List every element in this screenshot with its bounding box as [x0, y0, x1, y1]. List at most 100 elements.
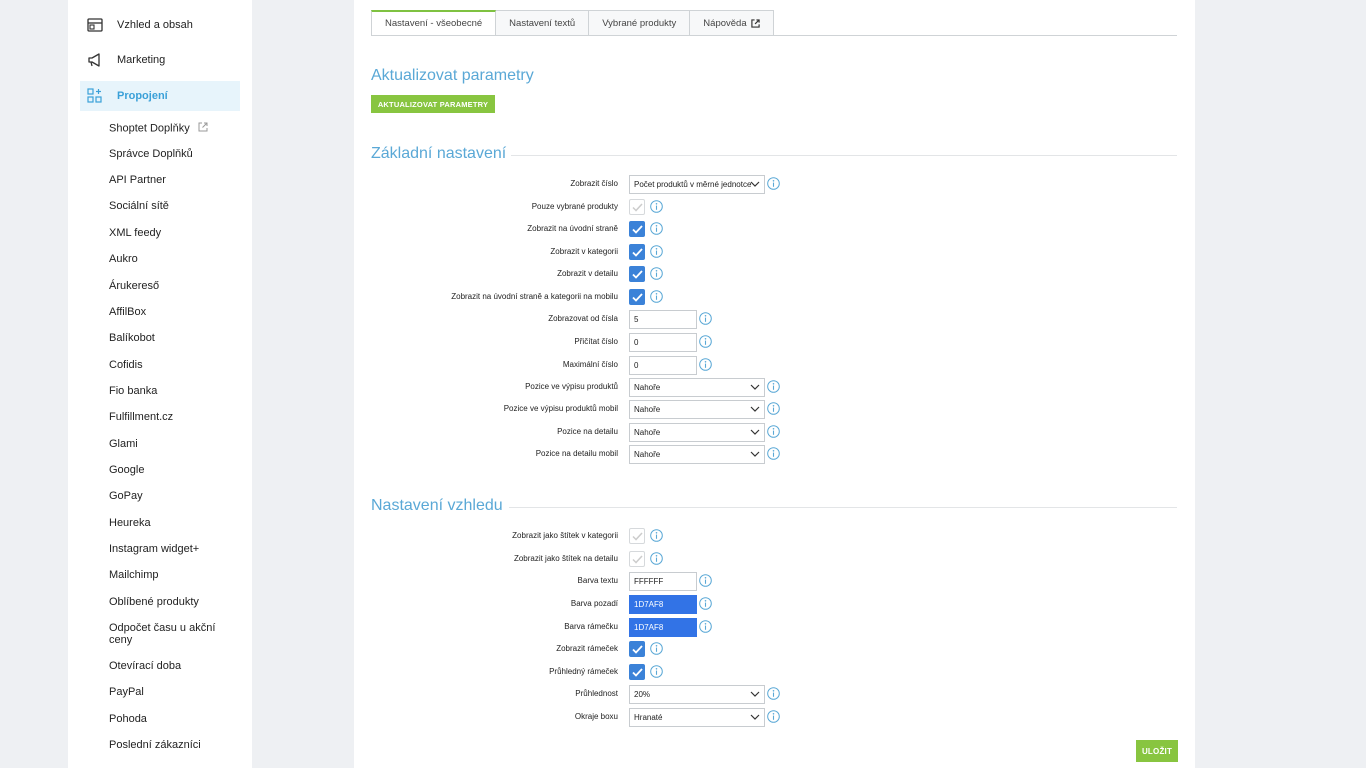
field-label: Pouze vybrané produkty [531, 202, 618, 211]
select-value: Počet produktů v měrné jednotce [634, 180, 752, 189]
sidebar-item-paypal[interactable]: PayPal [109, 686, 244, 698]
pozice-detail-mobil-select[interactable]: Nahoře [629, 445, 765, 464]
external-link-icon [198, 122, 208, 135]
tab-vybrane-produkty[interactable]: Vybrané produkty [589, 10, 691, 36]
form-row: Přičítat číslo 0 [354, 333, 1195, 353]
sidebar-item-posledni-zakaznici[interactable]: Poslední zákazníci [109, 739, 244, 751]
checkmark-icon [631, 531, 643, 541]
info-icon[interactable] [650, 552, 663, 565]
info-icon[interactable] [650, 222, 663, 235]
kategorie-checkbox[interactable] [629, 244, 645, 260]
form-row: Průhlednost 20% [354, 685, 1195, 705]
sidebar-item-oblibene-produkty[interactable]: Oblíbené produkty [109, 596, 244, 608]
info-icon[interactable] [699, 620, 712, 633]
select-value: Hranaté [634, 713, 663, 722]
nav-propojeni[interactable]: Propojení [80, 81, 240, 111]
info-icon[interactable] [650, 245, 663, 258]
info-icon[interactable] [650, 529, 663, 542]
sidebar-item-xml-feedy[interactable]: XML feedy [109, 227, 244, 239]
sidebar-item-heureka[interactable]: Heureka [109, 517, 244, 529]
info-icon[interactable] [767, 402, 780, 415]
info-icon[interactable] [767, 380, 780, 393]
field-label: Barva rámečku [564, 622, 618, 631]
nav-vzhled-a-obsah[interactable]: Vzhled a obsah [80, 10, 240, 40]
info-icon[interactable] [699, 335, 712, 348]
barva-textu-input[interactable]: FFFFFF [629, 572, 697, 591]
sidebar-item-shoptet-doplnky[interactable]: Shoptet Doplňky [109, 122, 244, 135]
sidebar-item-arukereso[interactable]: Árukereső [109, 280, 244, 292]
sidebar-item-fulfillment[interactable]: Fulfillment.cz [109, 411, 244, 423]
sidebar-item-spravce-doplnku[interactable]: Správce Doplňků [109, 148, 244, 160]
form-row: Zobrazit v kategorii [354, 243, 1195, 263]
pozice-vypis-mobil-select[interactable]: Nahoře [629, 400, 765, 419]
checkmark-icon [631, 202, 643, 212]
tab-nastaveni-textu[interactable]: Nastavení textů [496, 10, 590, 36]
sidebar-item-api-partner[interactable]: API Partner [109, 174, 244, 186]
form-row: Pozice ve výpisu produktů mobil Nahoře [354, 400, 1195, 420]
detail-checkbox[interactable] [629, 266, 645, 282]
select-value: Nahoře [634, 450, 661, 459]
select-value: Nahoře [634, 405, 661, 414]
update-params-button[interactable]: AKTUALIZOVAT PARAMETRY [371, 95, 495, 113]
info-icon[interactable] [650, 665, 663, 678]
info-icon[interactable] [699, 312, 712, 325]
select-value: 20% [634, 690, 651, 699]
okraje-boxu-select[interactable]: Hranaté [629, 708, 765, 727]
info-icon[interactable] [650, 642, 663, 655]
sidebar-item-cofidis[interactable]: Cofidis [109, 359, 244, 371]
sidebar-item-odpocet-casu[interactable]: Odpočet času u akční ceny [109, 622, 229, 646]
sidebar-item-gopay[interactable]: GoPay [109, 490, 244, 502]
info-icon[interactable] [650, 290, 663, 303]
zobrazit-ramecek-checkbox[interactable] [629, 641, 645, 657]
form-row: Zobrazit na úvodní straně [354, 220, 1195, 240]
sidebar-item-oteviraci-doba[interactable]: Otevírací doba [109, 660, 244, 672]
barva-pozadi-input[interactable]: 1D7AF8 [629, 595, 697, 614]
zobrazit-cislo-select[interactable]: Počet produktů v měrné jednotce [629, 175, 765, 194]
pozice-detail-select[interactable]: Nahoře [629, 423, 765, 442]
sidebar-item-mailchimp[interactable]: Mailchimp [109, 569, 244, 581]
stitek-kategorie-checkbox[interactable] [629, 528, 645, 544]
sidebar-item-fio-banka[interactable]: Fio banka [109, 385, 244, 397]
info-icon[interactable] [699, 597, 712, 610]
stitek-detail-checkbox[interactable] [629, 551, 645, 567]
nav-marketing[interactable]: Marketing [80, 45, 240, 75]
pruhlednost-select[interactable]: 20% [629, 685, 765, 704]
tab-nastaveni-vseobecne[interactable]: Nastavení - všeobecné [371, 10, 497, 36]
sidebar-item-glami[interactable]: Glami [109, 438, 244, 450]
main-panel: Nastavení - všeobecné Nastavení textů Vy… [354, 0, 1195, 768]
info-icon[interactable] [650, 267, 663, 280]
sidebar-item-affilbox[interactable]: AffilBox [109, 306, 244, 318]
info-icon[interactable] [699, 574, 712, 587]
info-icon[interactable] [767, 177, 780, 190]
sidebar-item-instagram-widget[interactable]: Instagram widget+ [109, 543, 244, 555]
info-icon[interactable] [767, 687, 780, 700]
sidebar-item-socialni-site[interactable]: Sociální sítě [109, 200, 244, 212]
sidebar-item-pohoda[interactable]: Pohoda [109, 713, 244, 725]
info-icon[interactable] [767, 425, 780, 438]
nav-label: Propojení [117, 90, 168, 102]
zobrazovat-od-input[interactable]: 5 [629, 310, 697, 329]
tab-napoveda[interactable]: Nápověda [690, 10, 774, 36]
field-label: Barva textu [577, 576, 618, 585]
save-button[interactable]: ULOŽIT [1136, 740, 1178, 762]
uvodni-strana-checkbox[interactable] [629, 221, 645, 237]
pruhledny-ramecek-checkbox[interactable] [629, 664, 645, 680]
sidebar-item-aukro[interactable]: Aukro [109, 253, 244, 265]
pouze-vybrane-checkbox[interactable] [629, 199, 645, 215]
pricitat-input[interactable]: 0 [629, 333, 697, 352]
maximalni-input[interactable]: 0 [629, 356, 697, 375]
field-label: Zobrazit v detailu [557, 269, 618, 278]
select-value: Nahoře [634, 428, 661, 437]
info-icon[interactable] [650, 200, 663, 213]
chevron-down-icon [750, 428, 760, 436]
barva-ramecku-input[interactable]: 1D7AF8 [629, 618, 697, 637]
pozice-vypis-select[interactable]: Nahoře [629, 378, 765, 397]
sidebar-item-google[interactable]: Google [109, 464, 244, 476]
info-icon[interactable] [767, 447, 780, 460]
tab-bar: Nastavení - všeobecné Nastavení textů Vy… [371, 10, 774, 36]
info-icon[interactable] [699, 358, 712, 371]
info-icon[interactable] [767, 710, 780, 723]
sidebar-item-balikobot[interactable]: Balíkobot [109, 332, 244, 344]
chevron-down-icon [750, 180, 760, 188]
mobil-checkbox[interactable] [629, 289, 645, 305]
